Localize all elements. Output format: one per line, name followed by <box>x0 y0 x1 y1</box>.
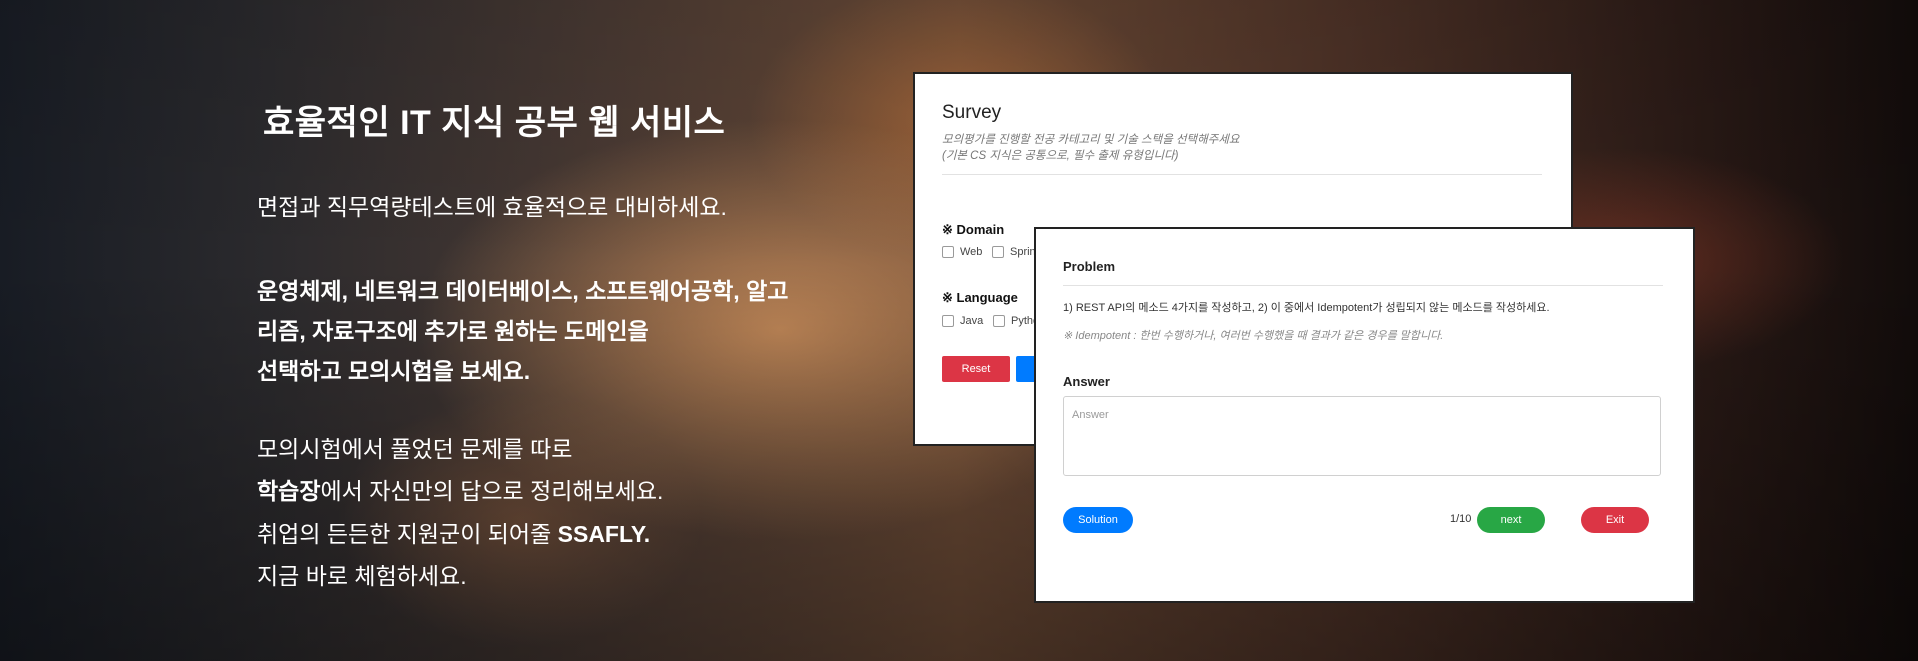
language-label: ※ Language <box>942 290 1018 305</box>
hero-study-line: 학습장에서 자신만의 답으로 정리해보세요. <box>257 472 663 506</box>
hero-support-line: 취업의 든든한 지원군이 되어줄 SSAFLY. <box>257 515 650 549</box>
survey-title: Survey <box>942 102 1002 123</box>
hero-headline: 효율적인 IT 지식 공부 웹 서비스 <box>263 104 726 142</box>
reset-button[interactable]: Reset <box>942 356 1010 382</box>
solution-button[interactable]: Solution <box>1063 507 1133 533</box>
hero-cta-line: 지금 바로 체험하세요. <box>257 563 467 589</box>
answer-input[interactable] <box>1063 396 1661 476</box>
support-prefix: 취업의 든든한 지원군이 되어줄 <box>257 521 558 547</box>
hero-section: 효율적인 IT 지식 공부 웹 서비스 면접과 직무역량테스트에 효율적으로 대… <box>0 0 1918 661</box>
hero-practice-line: 모의시험에서 풀었던 문제를 따로 <box>257 436 573 462</box>
hero-intro: 면접과 직무역량테스트에 효율적으로 대비하세요. <box>257 194 727 220</box>
study-note-highlight: 학습장 <box>257 478 321 504</box>
domain-option-web[interactable]: Web <box>942 246 982 258</box>
problem-title: Problem <box>1063 259 1116 274</box>
divider <box>942 174 1542 175</box>
survey-description: 모의평가를 진행할 전공 카테고리 및 기술 스택을 선택해주세요 (기본 CS… <box>942 132 1239 164</box>
problem-question: 1) REST API의 메소드 4가지를 작성하고, 2) 이 중에서 Ide… <box>1063 302 1550 314</box>
divider <box>1063 285 1663 286</box>
brand-name: SSAFLY. <box>557 521 651 547</box>
domain-label: ※ Domain <box>942 222 1005 237</box>
hero-subjects-line-2: 리즘, 자료구조에 추가로 원하는 도메인을 <box>257 318 649 344</box>
option-label: Web <box>960 246 983 258</box>
question-counter: 1/10 <box>1450 513 1472 525</box>
checkbox[interactable] <box>993 315 1005 327</box>
next-button[interactable]: next <box>1477 507 1545 533</box>
problem-note: ※ Idempotent : 한번 수행하거나, 여러번 수행했을 때 결과가 … <box>1063 330 1444 342</box>
language-option-java[interactable]: Java <box>942 315 983 327</box>
answer-label: Answer <box>1063 374 1110 389</box>
hero-subjects-line-1: 운영체제, 네트워크 데이터베이스, 소프트웨어공학, 알고 <box>257 278 789 304</box>
study-line-rest: 에서 자신만의 답으로 정리해보세요. <box>320 478 664 504</box>
problem-card: Problem 1) REST API의 메소드 4가지를 작성하고, 2) 이… <box>1034 227 1695 603</box>
checkbox[interactable] <box>942 246 954 258</box>
option-label: Java <box>960 315 984 327</box>
checkbox[interactable] <box>992 246 1004 258</box>
survey-description-line-1: 모의평가를 진행할 전공 카테고리 및 기술 스택을 선택해주세요 <box>942 134 1240 146</box>
survey-description-line-2: (기본 CS 지식은 공통으로, 필수 출제 유형입니다) <box>942 150 1179 162</box>
hero-subjects-line-3: 선택하고 모의시험을 보세요. <box>257 358 531 384</box>
checkbox[interactable] <box>942 315 954 327</box>
exit-button[interactable]: Exit <box>1581 507 1649 533</box>
